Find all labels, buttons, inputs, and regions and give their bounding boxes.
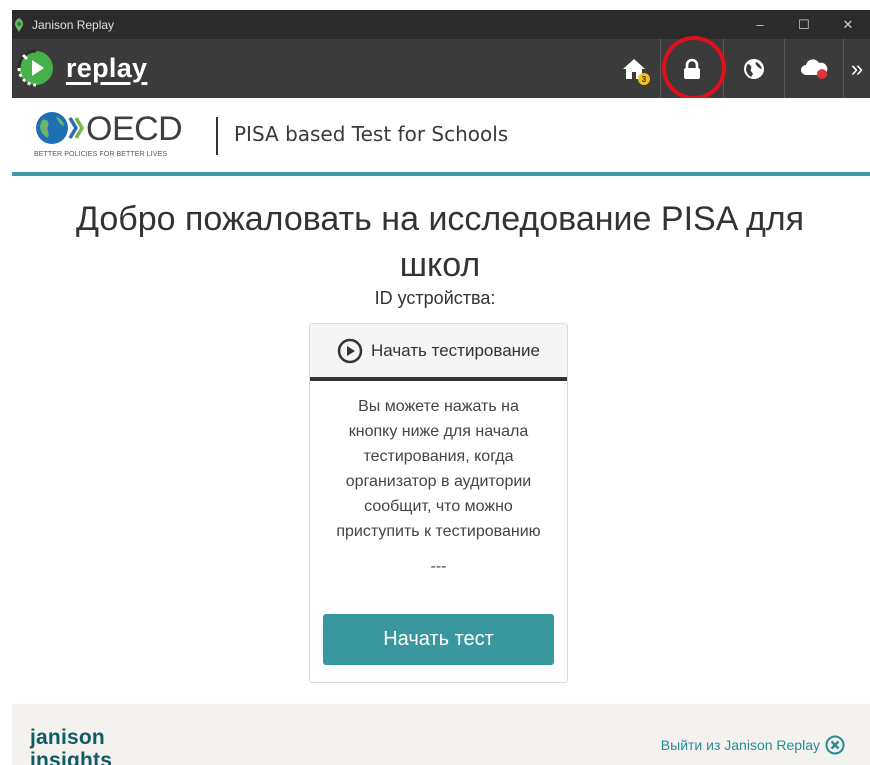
janison-logo-line-1: janison	[30, 726, 105, 749]
app-window: Janison Replay – ☐ ✕ replay 3 » OECD BET…	[0, 0, 870, 765]
window-titlebar: Janison Replay – ☐ ✕	[12, 10, 870, 39]
app-icon	[15, 17, 23, 32]
oecd-tagline: BETTER POLICIES FOR BETTER LIVES	[34, 151, 168, 158]
instruction-line: организатор в аудитории	[345, 473, 532, 490]
oecd-globe-icon	[36, 112, 85, 144]
janison-logo-line-2: insights	[30, 749, 113, 765]
card-header: Начать тестирование	[310, 324, 567, 381]
app-toolbar: replay 3 »	[12, 39, 870, 98]
exit-replay-link[interactable]: Выйти из Janison Replay	[661, 735, 845, 755]
exit-replay-label: Выйти из Janison Replay	[660, 737, 820, 753]
exit-icon	[825, 735, 845, 755]
card-instructions: Вы можете нажать на кнопку ниже для нача…	[318, 394, 559, 544]
replay-logo-icon	[17, 49, 53, 87]
device-id-label: ID устройства:	[374, 288, 496, 308]
welcome-line-1: Добро пожаловать на исследование PISA дл…	[75, 200, 805, 238]
overflow-button[interactable]: »	[844, 39, 870, 98]
globe-button[interactable]	[724, 39, 784, 98]
replay-logo[interactable]: replay	[14, 46, 147, 90]
replay-logo-text: replay	[66, 52, 148, 83]
play-circle-icon	[337, 338, 363, 363]
close-button[interactable]: ✕	[826, 10, 870, 39]
annotation-circle	[662, 36, 726, 100]
card-placeholder-dash: ---	[430, 558, 447, 575]
instruction-line: тестирования, когда	[363, 448, 514, 465]
start-test-card: Начать тестирование Вы можете нажать на …	[309, 323, 568, 683]
welcome-heading: Добро пожаловать на исследование PISA дл…	[20, 196, 860, 288]
instruction-line: приступить к тестированию	[336, 523, 541, 540]
welcome-line-2: школ	[399, 246, 481, 284]
header-divider	[216, 117, 218, 155]
header-rule	[12, 172, 870, 176]
start-test-button[interactable]: Начать тест	[323, 614, 554, 665]
window-controls: – ☐ ✕	[738, 10, 870, 39]
oecd-wordmark: OECD	[86, 110, 183, 148]
cloud-icon	[801, 58, 828, 79]
product-title: PISA based Test for Schools	[234, 122, 509, 146]
instruction-line: кнопку ниже для начала	[348, 423, 529, 440]
home-button[interactable]: 3	[608, 39, 660, 98]
instruction-line: сообщит, что можно	[364, 498, 513, 515]
maximize-button[interactable]: ☐	[782, 10, 826, 39]
minimize-button[interactable]: –	[738, 10, 782, 39]
cloud-sync-button[interactable]	[785, 39, 843, 98]
globe-icon	[744, 58, 764, 79]
window-title: Janison Replay	[32, 17, 115, 32]
instruction-line: Вы можете нажать на	[358, 398, 519, 415]
home-badge: 3	[638, 73, 650, 85]
card-header-label: Начать тестирование	[370, 340, 541, 360]
